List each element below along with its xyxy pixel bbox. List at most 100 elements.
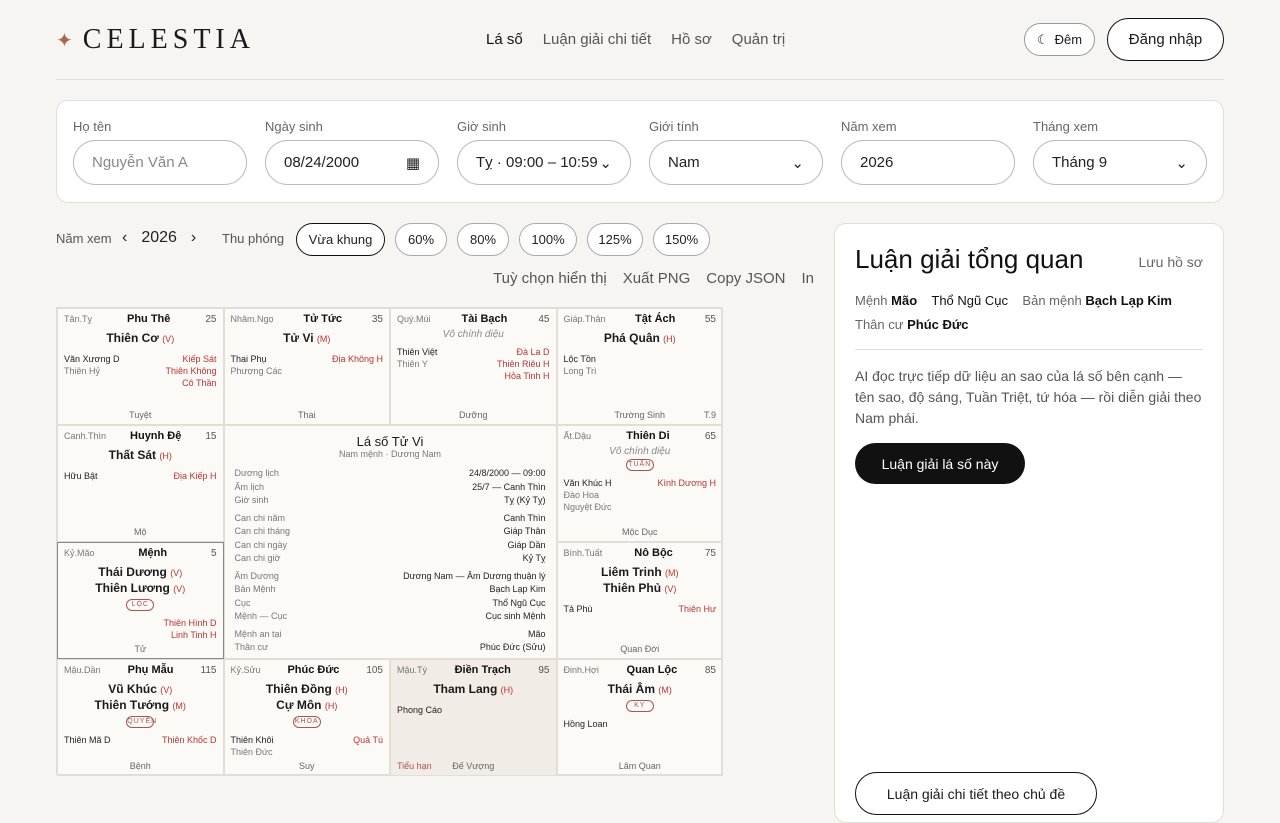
info-label: Mệnh — Cục <box>234 611 288 621</box>
palace-age: 25 <box>205 314 217 325</box>
minor-star: Hữu Bật <box>64 471 98 481</box>
info-row: Can chi giờ Kỷ Tỵ <box>235 552 546 566</box>
life-stage: Mộ <box>133 527 147 537</box>
copy-json-link[interactable]: Copy JSON <box>706 270 785 287</box>
zoom-150[interactable]: 150% <box>653 223 710 256</box>
display-options-link[interactable]: Tuỳ chọn hiển thị <box>493 270 607 287</box>
logo[interactable]: ✦ CELESTIA <box>56 24 255 56</box>
gender-label: Giới tính <box>649 119 699 134</box>
chevron-right-icon[interactable]: › <box>191 229 196 247</box>
palace-cell[interactable]: Bính.Tuất Nô Bộc 75 Liêm Trinh (M) Thiên Phủ… <box>556 542 723 659</box>
major-stars: Thái Âm (M) <box>564 682 717 698</box>
palace-age: 85 <box>704 665 716 676</box>
minor-stars: Lộc Tồn Long Trì <box>564 353 717 377</box>
info-label: Mệnh an tại <box>234 628 282 639</box>
export-png-link[interactable]: Xuất PNG <box>623 270 691 287</box>
major-star: Vũ Khúc (V) <box>108 682 173 696</box>
zoom-125[interactable]: 125% <box>587 223 643 256</box>
palace-cell[interactable]: Kỷ.Mão Mệnh 5 Thái Dương (V) Thiên Lương (V)… <box>57 542 224 659</box>
major-star: Tham Lang (H) <box>433 682 514 696</box>
palace-footer: Mộ <box>64 527 217 537</box>
detailed-topics-button[interactable]: Luận giải chi tiết theo chủ đề <box>855 772 1097 815</box>
palace-cell[interactable]: Nhâm.Ngọ Tử Tức 35 Tử Vi (M) Thai Phụ Phượng … <box>223 308 390 425</box>
analyze-chart-button[interactable]: Luận giải lá số này <box>855 443 1025 484</box>
menh-label: Mệnh <box>855 293 888 308</box>
minor-left: Hữu Bật <box>64 470 98 482</box>
zoom-label: Thu phóng <box>222 231 285 246</box>
name-input[interactable]: Nguyễn Văn A <box>73 140 247 185</box>
palace-cell[interactable]: Đinh.Hợi Quan Lộc 85 Thái Âm (M) KỴ Hồng Loan… <box>556 659 723 776</box>
month-value: Tháng 9 <box>1052 154 1108 171</box>
palace-name: Phu Thê <box>127 313 171 325</box>
hour-select[interactable]: Tỵ · 09:00 – 10:59 ⌄ <box>457 140 631 185</box>
minor-star: Thai Phụ <box>230 354 267 364</box>
palace-cell[interactable]: Kỷ.Sửu Phúc Đức 105 Thiên Đồng (H) Cự Môn (H… <box>223 659 390 776</box>
print-link[interactable]: In <box>801 270 814 287</box>
zoom-100[interactable]: 100% <box>519 223 577 256</box>
palace-cell[interactable]: Canh.Thìn Huynh Đệ 15 Thất Sát (H) Hữu Bật Đị… <box>57 425 224 542</box>
top-bar: ✦ CELESTIA Lá số Luận giải chi tiết Hồ s… <box>56 0 1224 80</box>
info-row: Dương lịch 24/8/2000 — 09:00 <box>235 467 546 481</box>
palace-age: 45 <box>538 314 550 325</box>
minor-star: Thiên Đức <box>230 747 273 757</box>
year-nav: ‹ 2026 › <box>122 229 196 247</box>
nav-ho-so[interactable]: Hồ sơ <box>671 31 712 48</box>
palace-cell[interactable]: Mậu.Tý Điền Trạch 95 Tham Lang (H) Phong Cáo… <box>390 659 557 776</box>
dob-input[interactable]: 08/24/2000 ▦ <box>265 140 439 185</box>
login-button[interactable]: Đăng nhập <box>1107 18 1224 61</box>
zoom-60[interactable]: 60% <box>395 223 447 256</box>
nav-la-so[interactable]: Lá số <box>486 31 523 48</box>
major-star: Cự Môn (H) <box>276 698 338 712</box>
major-stars: Thái Dương (V) Thiên Lương (V) <box>64 565 217 597</box>
info-value: Kỷ Tỵ <box>522 553 546 563</box>
nav-quan-tri[interactable]: Quản trị <box>732 31 785 48</box>
minor-left: Thiên Khôi Thiên Đức <box>231 734 274 758</box>
life-stage: Mộc Dục <box>621 527 658 537</box>
palace-cell[interactable]: Tân.Tỵ Phu Thê 25 Thiên Cơ (V) Văn Xương D Th… <box>57 308 224 425</box>
transform-badge: QUYỀN <box>126 716 156 728</box>
panel-description: AI đọc trực tiếp dữ liệu an sao của lá s… <box>855 368 1202 426</box>
major-stars: Liêm Trinh (M) Thiên Phủ (V) <box>564 565 717 597</box>
minor-star: Phượng Các <box>230 366 282 376</box>
minor-right: Kình Dương H <box>658 477 716 513</box>
chevron-down-icon: ⌄ <box>599 154 612 172</box>
info-row: Thân cư Phúc Đức (Sửu) <box>235 641 546 655</box>
gender-select[interactable]: Nam ⌄ <box>649 140 823 185</box>
chart-toolbar: Năm xem ‹ 2026 › Thu phóng Vừa khung 60%… <box>56 223 816 257</box>
calendar-icon[interactable]: ▦ <box>406 154 420 172</box>
minor-star: Thiên Y <box>397 359 428 369</box>
no-major-star: Vô chính diệu <box>609 446 671 457</box>
info-row: Can chi năm Canh Thìn <box>235 512 546 526</box>
month-select[interactable]: Tháng 9 ⌄ <box>1033 140 1207 185</box>
transform-badge: KỴ <box>625 700 654 712</box>
life-stage: Quan Đới <box>620 644 660 654</box>
year-input[interactable]: 2026 <box>841 140 1015 185</box>
night-mode-button[interactable]: ☾ Đêm <box>1024 23 1095 56</box>
zoom-80[interactable]: 80% <box>457 223 509 256</box>
palace-stem: Kỷ.Mão <box>64 548 95 558</box>
bad-star: Địa Không H <box>331 354 383 364</box>
palace-stem: Mậu.Tý <box>397 665 428 675</box>
minor-right: Thiên Khốc D <box>162 734 217 746</box>
palace-cell[interactable]: Giáp.Thân Tật Ách 55 Phá Quân (H) Lộc Tồn Lon… <box>556 308 723 425</box>
life-stage: Tử <box>134 644 147 654</box>
nav-luan-giai[interactable]: Luận giải chi tiết <box>543 31 651 48</box>
chevron-left-icon[interactable]: ‹ <box>122 229 127 247</box>
minor-right: Địa Kiếp H <box>173 470 216 482</box>
save-profile-link[interactable]: Lưu hồ sơ <box>1139 254 1203 270</box>
palace-footer: Bệnh <box>64 761 217 771</box>
chart-center: Lá số Tử Vi Nam mệnh · Dương Nam Dương l… <box>223 425 557 659</box>
info-row: Giờ sinh Tỵ (Kỷ Tỵ) <box>235 494 546 508</box>
palace-cell[interactable]: Quý.Mùi Tài Bạch 45 Vô chính diệu Thiên Việt… <box>390 308 557 425</box>
than-value: Phúc Đức <box>907 317 969 332</box>
month-label: Tháng xem <box>1033 119 1099 134</box>
minor-left: Tả Phù <box>564 603 593 615</box>
zoom-fit[interactable]: Vừa khung <box>296 223 385 256</box>
limit-label: Tiểu hạn <box>397 761 432 771</box>
palace-cell[interactable]: Ất.Dậu Thiên Di 65 Vô chính diệu TUẦN Văn Khú… <box>556 425 723 542</box>
hour-value: Tỵ · 09:00 – 10:59 <box>476 154 598 171</box>
info-value: Phúc Đức (Sửu) <box>479 642 546 652</box>
major-stars: Thiên Cơ (V) <box>64 331 217 347</box>
info-value: Giáp Dần <box>507 539 546 550</box>
palace-cell[interactable]: Mậu.Dần Phụ Mẫu 115 Vũ Khúc (V) Thiên Tướng … <box>57 659 224 776</box>
